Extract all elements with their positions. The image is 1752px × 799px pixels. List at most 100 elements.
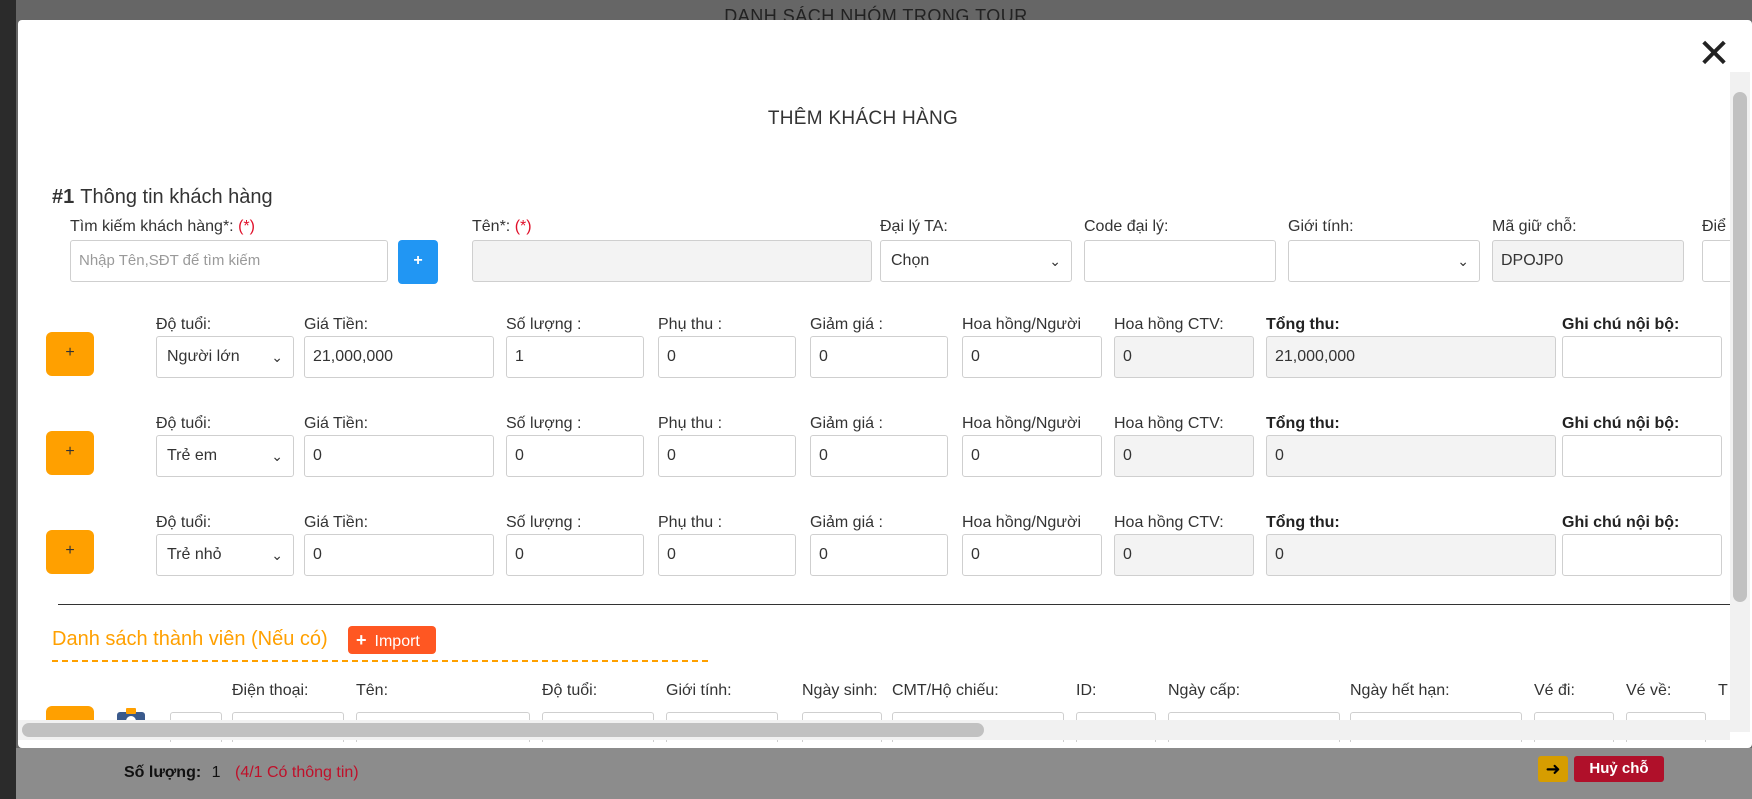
chevron-down-icon: ⌄ bbox=[271, 349, 283, 365]
member-ticket-back-header: Vé về: bbox=[1626, 682, 1672, 699]
add-row-button[interactable]: + bbox=[46, 332, 94, 376]
commission-ctv-input[interactable]: 0 bbox=[1114, 534, 1254, 576]
gender-select[interactable]: ⌄ bbox=[1288, 240, 1480, 282]
age-select[interactable]: Trẻ em ⌄ bbox=[156, 435, 294, 477]
member-id-header: ID: bbox=[1076, 682, 1097, 699]
background-sidebar bbox=[0, 0, 16, 799]
discount-input[interactable]: 0 bbox=[810, 336, 948, 378]
members-title: Danh sách thành viên (Nếu có) bbox=[52, 628, 328, 650]
quantity-summary: Số lượng: 1 (4/1 Có thông tin) bbox=[124, 764, 359, 782]
price-header-age: Độ tuổi: bbox=[156, 415, 212, 432]
agency-code-label: Code đại lý: bbox=[1084, 218, 1169, 235]
price-header-total: Tổng thu: bbox=[1266, 316, 1340, 333]
section-number: #1 bbox=[52, 186, 75, 208]
age-select[interactable]: Trẻ nhỏ ⌄ bbox=[156, 534, 294, 576]
quantity-value: 1 bbox=[211, 764, 221, 781]
commission-ctv-input[interactable]: 0 bbox=[1114, 336, 1254, 378]
internal-note-input[interactable] bbox=[1562, 336, 1722, 378]
background-footer: Số lượng: 1 (4/1 Có thông tin) ➜ Huỷ chỗ bbox=[16, 748, 1752, 799]
price-header-quantity: Số lượng : bbox=[506, 514, 582, 531]
section-title-text: Thông tin khách hàng bbox=[80, 186, 273, 208]
price-header-internal-note: Ghi chú nội bộ: bbox=[1562, 514, 1680, 531]
member-phone-header: Điện thoại: bbox=[232, 682, 309, 699]
price-input[interactable]: 0 bbox=[304, 534, 494, 576]
price-header-quantity: Số lượng : bbox=[506, 415, 582, 432]
price-header-surcharge: Phụ thu : bbox=[658, 415, 723, 432]
price-header-discount: Giảm giá : bbox=[810, 514, 883, 531]
member-passport-header: CMT/Hộ chiếu: bbox=[892, 682, 999, 699]
agency-code-input[interactable] bbox=[1084, 240, 1276, 282]
add-row-button[interactable]: + bbox=[46, 431, 94, 475]
price-header-price: Giá Tiền: bbox=[304, 316, 369, 333]
price-header-commission-ctv: Hoa hồng CTV: bbox=[1114, 514, 1224, 531]
vertical-scrollbar[interactable] bbox=[1730, 72, 1750, 732]
add-customer-button[interactable]: + bbox=[398, 240, 438, 284]
member-expiry-date-header: Ngày hết hạn: bbox=[1350, 682, 1450, 699]
price-header-surcharge: Phụ thu : bbox=[658, 514, 723, 531]
internal-note-input[interactable] bbox=[1562, 534, 1722, 576]
horizontal-scroll-thumb[interactable] bbox=[22, 723, 984, 737]
search-customer-label: Tìm kiếm khách hàng*: (*) bbox=[70, 218, 255, 235]
vertical-scroll-thumb[interactable] bbox=[1733, 92, 1747, 602]
age-select[interactable]: Người lớn ⌄ bbox=[156, 336, 294, 378]
agency-select[interactable]: Chọn ⌄ bbox=[880, 240, 1072, 282]
price-header-commission-person: Hoa hồng/Người bbox=[962, 514, 1082, 531]
agency-label: Đại lý TA: bbox=[880, 218, 948, 235]
price-header-age: Độ tuổi: bbox=[156, 316, 212, 333]
quantity-input[interactable]: 0 bbox=[506, 534, 644, 576]
quantity-input[interactable]: 1 bbox=[506, 336, 644, 378]
hold-code-label: Mã giữ chỗ: bbox=[1492, 218, 1577, 235]
discount-input[interactable]: 0 bbox=[810, 534, 948, 576]
member-ticket-out-header: Vé đi: bbox=[1534, 682, 1575, 699]
price-header-discount: Giảm giá : bbox=[810, 316, 883, 333]
price-header-total: Tổng thu: bbox=[1266, 415, 1340, 432]
price-header-price: Giá Tiền: bbox=[304, 514, 369, 531]
surcharge-input[interactable]: 0 bbox=[658, 435, 796, 477]
import-button[interactable]: + Import bbox=[348, 626, 436, 654]
commission-person-input[interactable]: 0 bbox=[962, 336, 1102, 378]
gender-label: Giới tính: bbox=[1288, 218, 1354, 235]
price-input[interactable]: 21,000,000 bbox=[304, 336, 494, 378]
hold-code-input[interactable]: DPOJP0 bbox=[1492, 240, 1684, 282]
member-gender-header: Giới tính: bbox=[666, 682, 732, 699]
commission-person-input[interactable]: 0 bbox=[962, 534, 1102, 576]
chevron-down-icon: ⌄ bbox=[271, 448, 283, 464]
price-header-discount: Giảm giá : bbox=[810, 415, 883, 432]
price-header-commission-ctv: Hoa hồng CTV: bbox=[1114, 316, 1224, 333]
name-input[interactable] bbox=[472, 240, 872, 282]
chevron-down-icon: ⌄ bbox=[1457, 253, 1469, 269]
search-customer-input[interactable]: Nhập Tên,SĐT để tìm kiếm bbox=[70, 240, 388, 282]
commission-ctv-input[interactable]: 0 bbox=[1114, 435, 1254, 477]
section-divider bbox=[58, 604, 1730, 605]
price-input[interactable]: 0 bbox=[304, 435, 494, 477]
add-row-button[interactable]: + bbox=[46, 530, 94, 574]
quantity-label: Số lượng: bbox=[124, 764, 202, 781]
points-label: Điể bbox=[1702, 218, 1727, 235]
chevron-down-icon: ⌄ bbox=[271, 547, 283, 563]
arrow-right-icon[interactable]: ➜ bbox=[1538, 756, 1568, 782]
name-label: Tên*: (*) bbox=[472, 218, 532, 235]
surcharge-input[interactable]: 0 bbox=[658, 336, 796, 378]
price-header-internal-note: Ghi chú nội bộ: bbox=[1562, 415, 1680, 432]
commission-person-input[interactable]: 0 bbox=[962, 435, 1102, 477]
chevron-down-icon: ⌄ bbox=[1049, 253, 1061, 269]
total-input[interactable]: 21,000,000 bbox=[1266, 336, 1556, 378]
close-icon[interactable]: ✕ bbox=[1694, 34, 1734, 74]
price-header-age: Độ tuổi: bbox=[156, 514, 212, 531]
total-input[interactable]: 0 bbox=[1266, 534, 1556, 576]
quantity-input[interactable]: 0 bbox=[506, 435, 644, 477]
price-header-commission-person: Hoa hồng/Người bbox=[962, 316, 1082, 333]
total-input[interactable]: 0 bbox=[1266, 435, 1556, 477]
quantity-info: (4/1 Có thông tin) bbox=[234, 764, 359, 781]
horizontal-scrollbar[interactable] bbox=[18, 720, 1730, 740]
price-header-internal-note: Ghi chú nội bộ: bbox=[1562, 316, 1680, 333]
members-underline bbox=[52, 660, 708, 662]
discount-input[interactable]: 0 bbox=[810, 435, 948, 477]
price-header-surcharge: Phụ thu : bbox=[658, 316, 723, 333]
modal-title: THÊM KHÁCH HÀNG bbox=[767, 108, 959, 129]
surcharge-input[interactable]: 0 bbox=[658, 534, 796, 576]
member-extra-header: T bbox=[1718, 682, 1728, 699]
cancel-booking-button[interactable]: Huỷ chỗ bbox=[1574, 756, 1664, 782]
internal-note-input[interactable] bbox=[1562, 435, 1722, 477]
member-issue-date-header: Ngày cấp: bbox=[1168, 682, 1241, 699]
